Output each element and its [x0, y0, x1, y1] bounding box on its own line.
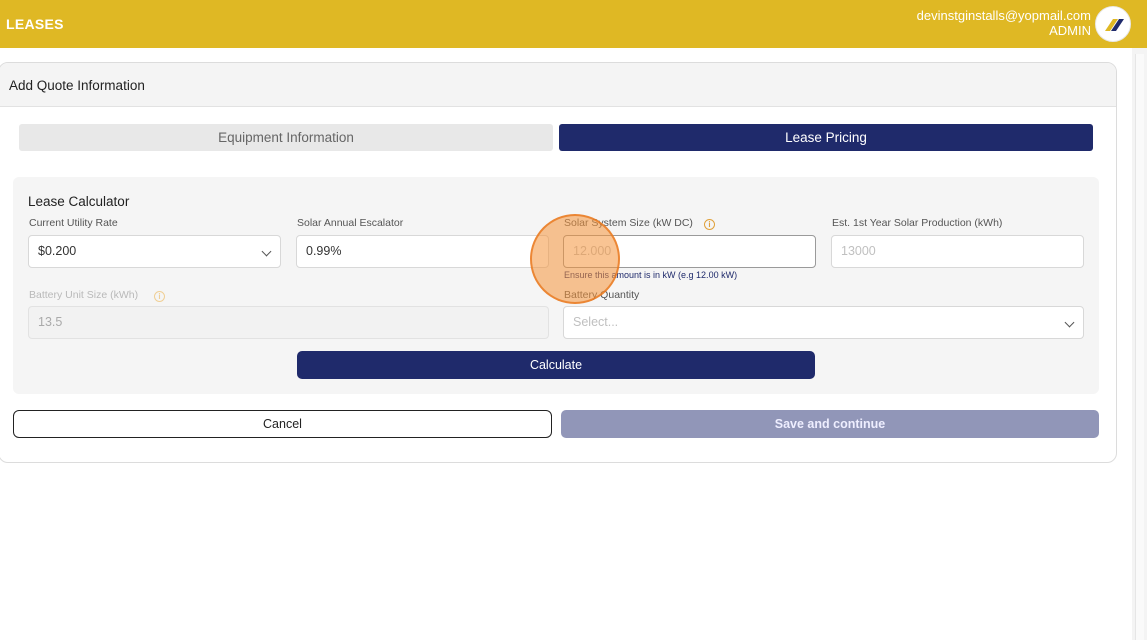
scrollbar[interactable]	[1132, 48, 1147, 640]
battery-size-input: 13.5	[28, 306, 549, 339]
card-header: Add Quote Information	[0, 63, 1116, 107]
system-size-input[interactable]: 12.000	[563, 235, 816, 268]
top-bar: LEASES devinstginstalls@yopmail.com ADMI…	[0, 0, 1147, 48]
calculator-title: Lease Calculator	[28, 194, 130, 209]
calculate-button[interactable]: Calculate	[297, 351, 815, 379]
battery-qty-select[interactable]: Select...	[563, 306, 1084, 339]
utility-rate-label: Current Utility Rate	[29, 217, 118, 229]
info-icon[interactable]: i	[704, 219, 715, 230]
system-size-label: Solar System Size (kW DC)	[564, 217, 693, 229]
production-label: Est. 1st Year Solar Production (kWh)	[832, 217, 1003, 229]
escalator-value: 0.99%	[306, 244, 342, 258]
cancel-button[interactable]: Cancel	[13, 410, 552, 438]
utility-rate-value: $0.200	[38, 244, 77, 258]
battery-qty-label: Battery Quantity	[564, 289, 640, 301]
production-input[interactable]: 13000	[831, 235, 1084, 268]
battery-qty-placeholder: Select...	[573, 315, 619, 329]
user-email: devinstginstalls@yopmail.com	[916, 8, 1091, 23]
system-size-placeholder: 12.000	[573, 244, 612, 258]
card-title: Add Quote Information	[9, 78, 145, 93]
battery-size-label: Battery Unit Size (kWh)	[29, 289, 139, 301]
page-title: LEASES	[6, 16, 64, 32]
chevron-down-icon	[1064, 317, 1075, 328]
production-placeholder: 13000	[841, 244, 876, 258]
tab-lease-pricing[interactable]: Lease Pricing	[559, 124, 1093, 151]
user-role: ADMIN	[1049, 23, 1091, 38]
brand-logo-icon[interactable]	[1095, 6, 1131, 42]
escalator-label: Solar Annual Escalator	[297, 217, 404, 229]
system-size-hint: Ensure this amount is in kW (e.g 12.00 k…	[564, 270, 738, 280]
battery-size-value: 13.5	[38, 315, 63, 329]
utility-rate-select[interactable]: $0.200	[28, 235, 281, 268]
info-icon: i	[154, 291, 165, 302]
chevron-down-icon	[261, 246, 272, 257]
escalator-input[interactable]: 0.99%	[296, 235, 549, 268]
scrollbar-thumb[interactable]	[1135, 54, 1144, 640]
user-info[interactable]: devinstginstalls@yopmail.com ADMIN	[917, 8, 1091, 38]
save-and-continue-button[interactable]: Save and continue	[561, 410, 1099, 438]
tab-equipment-information[interactable]: Equipment Information	[19, 124, 553, 151]
